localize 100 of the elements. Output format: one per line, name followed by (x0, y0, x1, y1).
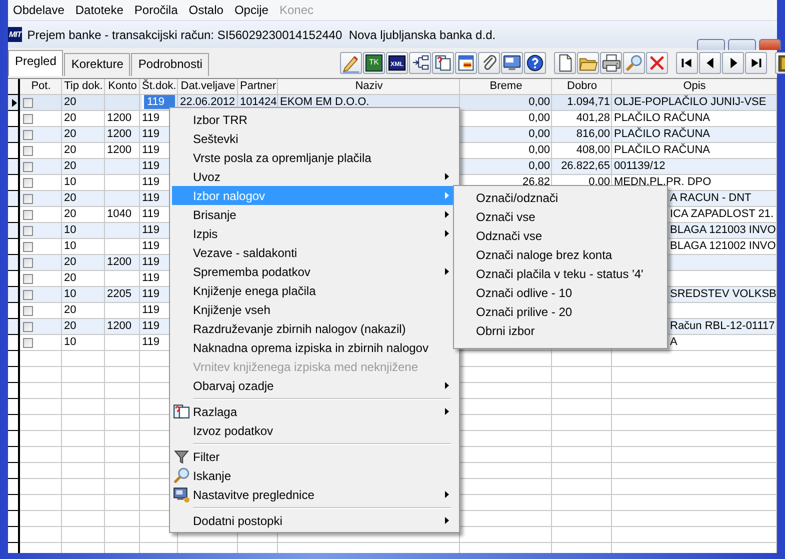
minimize-button[interactable] (697, 39, 725, 50)
menu-item[interactable]: Uvoz (172, 167, 457, 186)
menu-item[interactable]: Označi odlive - 10 (456, 283, 665, 302)
delete-icon[interactable] (646, 52, 668, 74)
column-header[interactable]: Pot. (31, 80, 51, 92)
checkbox[interactable] (23, 306, 33, 316)
menu-item[interactable]: Filter (172, 447, 457, 466)
checkbox[interactable] (23, 290, 33, 300)
help-window-icon (173, 403, 190, 420)
column-header[interactable]: Konto (108, 80, 137, 92)
table-cell: A RACUN - DNT (670, 192, 752, 204)
table-cell: 1200 (107, 128, 132, 140)
menu-item[interactable]: Vezave - saldakonti (172, 243, 457, 262)
menu-item[interactable]: Dodatni postopki (172, 511, 457, 530)
menu-item[interactable]: Seštevki (172, 129, 457, 148)
menu-item[interactable]: Odznači vse (456, 226, 665, 245)
menu-item[interactable]: Označi prilive - 20 (456, 302, 665, 321)
help-icon[interactable] (524, 52, 546, 74)
checkbox[interactable] (23, 274, 33, 284)
checkbox[interactable] (23, 146, 33, 156)
column-header[interactable]: Št.dok. (142, 80, 176, 92)
checkbox[interactable] (23, 194, 33, 204)
menu-item[interactable]: Izpis (172, 224, 457, 243)
last-icon[interactable] (745, 52, 767, 74)
monitor-settings-icon (173, 486, 190, 503)
checkbox[interactable] (23, 226, 33, 236)
table-cell: PLAČILO RAČUNA (614, 112, 710, 124)
menu-item[interactable]: Ostalo (184, 3, 230, 17)
monitor-icon[interactable] (501, 52, 523, 74)
menu-item[interactable]: Obdelave (8, 3, 70, 17)
checkbox[interactable] (23, 114, 33, 124)
submenu-arrow-icon (445, 491, 449, 498)
table-cell: 20 (64, 272, 76, 284)
next-icon[interactable] (722, 52, 744, 74)
menu-item[interactable]: Knjiženje enega plačila (172, 281, 457, 300)
search-icon (173, 467, 190, 484)
menu-item[interactable]: Obarvaj ozadje (172, 376, 457, 395)
submenu-arrow-icon (445, 211, 449, 218)
table-cell: 10 (64, 336, 76, 348)
checkbox[interactable] (23, 98, 33, 108)
table-cell: 20 (64, 256, 76, 268)
menu-item[interactable]: Razlaga (172, 402, 457, 421)
menu-item[interactable]: Poročila (129, 3, 184, 17)
menu-item[interactable]: Sprememba podatkov (172, 262, 457, 281)
menu-item[interactable]: Razdruževanje zbirnih nalogov (nakazil) (172, 319, 457, 338)
menu-item[interactable]: Označi/odznači (456, 188, 665, 207)
window-icon[interactable] (455, 52, 477, 74)
menu-item[interactable]: Označi naloge brez konta (456, 245, 665, 264)
checkbox[interactable] (23, 322, 33, 332)
checkbox[interactable] (23, 162, 33, 172)
menu-item[interactable]: Naknadna oprema izpiska in zbirnih nalogov (172, 338, 457, 357)
tab[interactable]: Podrobnosti (131, 53, 210, 76)
table-cell: 401,28 (576, 112, 610, 124)
checkbox[interactable] (23, 210, 33, 220)
checkbox[interactable] (23, 130, 33, 140)
column-header[interactable]: Breme (490, 80, 522, 92)
menu-item[interactable]: Izbor TRR (172, 110, 457, 129)
column-header[interactable]: Tip dok. (64, 80, 103, 92)
column-header[interactable]: Dobro (567, 80, 597, 92)
table-cell: EKOM EM D.O.O. (280, 96, 370, 108)
table-cell: 119 (142, 144, 160, 156)
printer-icon[interactable] (600, 52, 622, 74)
table-cell: 119 (142, 336, 160, 348)
maximize-button[interactable] (728, 39, 756, 50)
menu-item[interactable]: Nastavitve preglednice (172, 485, 457, 504)
checkbox[interactable] (23, 258, 33, 268)
table-cell: 1040 (107, 208, 132, 220)
column-header[interactable]: Dat.veljave (180, 80, 236, 92)
tab[interactable]: Korekture (64, 53, 130, 76)
menu-item[interactable]: Izvoz podatkov (172, 421, 457, 440)
column-header[interactable]: Partner (240, 80, 276, 92)
document-icon[interactable] (554, 52, 576, 74)
tk-icon[interactable]: TK (363, 52, 385, 74)
menu-item[interactable]: Označi plačila v teku - status '4' (456, 264, 665, 283)
table-cell: 119 (142, 160, 160, 172)
table-cell: 001139/12 (614, 160, 666, 172)
table-cell: 119 (142, 288, 160, 300)
menu-item[interactable]: Iskanje (172, 466, 457, 485)
help-window-icon[interactable] (432, 52, 454, 74)
column-header[interactable]: Opis (683, 80, 706, 92)
checkbox[interactable] (23, 178, 33, 188)
column-header[interactable]: Naziv (355, 80, 383, 92)
menu-item[interactable]: Označi vse (456, 207, 665, 226)
menu-item[interactable]: Datoteke (70, 3, 130, 17)
table-cell: 119 (142, 240, 160, 252)
clip-icon[interactable] (478, 52, 500, 74)
checkbox[interactable] (23, 242, 33, 252)
prev-icon[interactable] (699, 52, 721, 74)
menu-item[interactable]: Brisanje (172, 205, 457, 224)
menu-item[interactable]: Obrni izbor (456, 321, 665, 340)
menu-item[interactable]: Vrste posla za opremljanje plačila (172, 148, 457, 167)
tab[interactable]: Pregled (8, 50, 64, 76)
first-icon[interactable] (676, 52, 698, 74)
menu-item[interactable]: Opcije (229, 3, 274, 17)
table-cell: 20 (64, 192, 76, 204)
checkbox[interactable] (23, 338, 33, 348)
pencil-icon[interactable] (340, 52, 362, 74)
folder-icon[interactable] (577, 52, 599, 74)
tree-icon[interactable] (409, 52, 431, 74)
menu-item[interactable]: Knjiženje vseh (172, 300, 457, 319)
